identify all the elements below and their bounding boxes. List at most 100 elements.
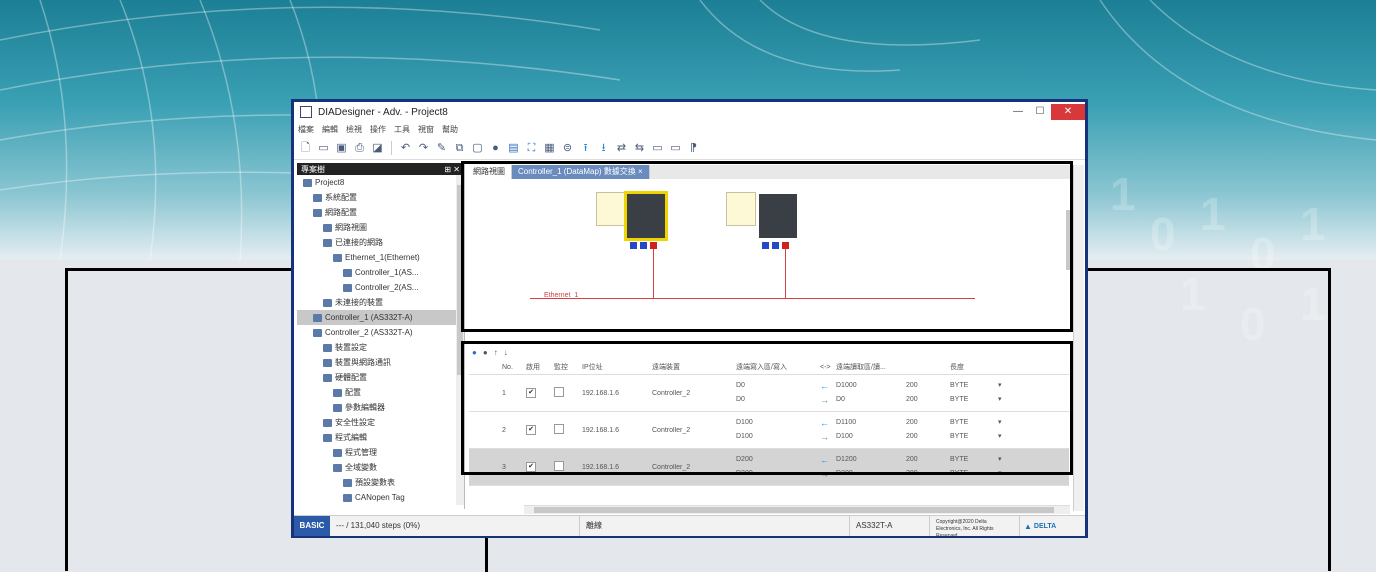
minimize-button[interactable]: —	[1007, 104, 1029, 120]
tree-item[interactable]: 已連接的網路	[297, 235, 464, 250]
paste-icon[interactable]: ▢	[470, 141, 485, 156]
network-icon[interactable]: ⛶	[524, 141, 539, 156]
tree-node-icon	[343, 493, 352, 502]
tree-item-label: CANopen Tag	[355, 493, 405, 502]
tree-node-icon	[343, 283, 352, 292]
tree-item-label: Ethernet_1(Ethernet)	[345, 253, 420, 262]
compare-icon[interactable]: ⊜	[560, 141, 575, 156]
tree-node-icon	[303, 178, 312, 187]
tree-item[interactable]: 安全性設定	[297, 415, 464, 430]
tree-item[interactable]: Controller_1(AS...	[297, 265, 464, 280]
tree-node-icon	[323, 298, 332, 307]
data-exchange-highlight-box	[461, 341, 1073, 475]
tree-item[interactable]: 預設變數表	[297, 475, 464, 490]
tree-item-label: 配置	[345, 388, 361, 397]
tree-node-icon	[323, 373, 332, 382]
device2-icon[interactable]: ▭	[668, 141, 683, 156]
redo-icon[interactable]: ↷	[416, 141, 431, 156]
tree-item[interactable]: 程式編輯	[297, 430, 464, 445]
tree-item[interactable]: Controller_1 (AS332T-A)	[297, 310, 464, 325]
maximize-button[interactable]: ☐	[1029, 104, 1051, 120]
tree-item-label: 全域變數	[345, 463, 377, 472]
menu-help[interactable]: 幫助	[442, 124, 458, 135]
grid-icon[interactable]: ▦	[542, 141, 557, 156]
tree-item[interactable]: 裝置設定	[297, 340, 464, 355]
horizontal-scroll-thumb[interactable]	[534, 507, 1054, 513]
delta-logo: ▲ DELTA	[1020, 522, 1056, 531]
tree-item[interactable]: 網路視圖	[297, 220, 464, 235]
tree-item-label: 安全性設定	[335, 418, 375, 427]
save-icon[interactable]: ▣	[334, 141, 349, 156]
menu-tools[interactable]: 工具	[394, 124, 410, 135]
svg-text:1: 1	[1110, 168, 1136, 220]
tree-item-label: Controller_1(AS...	[355, 268, 419, 277]
tree-node-icon	[333, 448, 342, 457]
monitor-icon[interactable]: ▤	[506, 141, 521, 156]
pencil-icon[interactable]: ✎	[434, 141, 449, 156]
tree-item-label: Project8	[315, 178, 345, 187]
help-icon[interactable]: ⁋	[686, 141, 701, 156]
delta-triangle-icon: ▲	[1024, 521, 1032, 531]
toolbar-separator	[391, 141, 392, 155]
transfer2-icon[interactable]: ⇆	[632, 141, 647, 156]
tree-item[interactable]: 未連接的裝置	[297, 295, 464, 310]
tree-node-icon	[323, 358, 332, 367]
import-icon[interactable]: ◪	[370, 141, 385, 156]
app-icon	[300, 106, 312, 118]
tree-item[interactable]: 網路配置	[297, 205, 464, 220]
open-icon[interactable]: ▭	[316, 141, 331, 156]
copyright-text: Copyright@2020 Delta Electronics, Inc. A…	[930, 516, 1020, 539]
tree-item[interactable]: Project8	[297, 175, 464, 190]
new-file-icon[interactable]: 🗋	[298, 141, 313, 156]
close-button[interactable]: ✕	[1051, 104, 1085, 120]
tree-item[interactable]: 配置	[297, 385, 464, 400]
tree-node-icon	[333, 388, 342, 397]
status-bar: BASIC --- / 131,040 steps (0%) 離線 AS332T…	[294, 515, 1085, 539]
tree-node-icon	[323, 433, 332, 442]
tree-item[interactable]: 全域變數	[297, 460, 464, 475]
tree-item[interactable]: CANopen Tag	[297, 490, 464, 505]
menu-view[interactable]: 檢視	[346, 124, 362, 135]
tree-item[interactable]: Controller_2 (AS332T-A)	[297, 325, 464, 340]
project-tree: 專案樹 ⊞ ✕ Project8 系統配置 網路配置網路視圖已連接的網路 Ethern…	[297, 163, 465, 509]
pin-icon[interactable]: ⊞ ✕	[444, 165, 460, 174]
toolbar: 🗋 ▭ ▣ ⎙ ◪ ↶ ↷ ✎ ⧉ ▢ ● ▤ ⛶ ▦ ⊜ ⭱ ⭳ ⇄ ⇆ ▭ …	[294, 137, 1085, 160]
tree-node-icon	[333, 403, 342, 412]
tree-node-icon	[333, 253, 342, 262]
menu-file[interactable]: 檔案	[298, 124, 314, 135]
tree-item-label: 網路視圖	[335, 223, 367, 232]
record-icon[interactable]: ●	[488, 141, 503, 156]
title-bar[interactable]: DIADesigner - Adv. - Project8 — ☐ ✕	[294, 102, 1085, 122]
horizontal-scrollbar[interactable]	[524, 505, 1070, 514]
window-title: DIADesigner - Adv. - Project8	[318, 106, 448, 118]
tree-node-icon	[313, 208, 322, 217]
tree-item[interactable]: 硬體配置	[297, 370, 464, 385]
tree-item[interactable]: Controller_2(AS...	[297, 280, 464, 295]
tree-node-icon	[343, 268, 352, 277]
right-side-panel[interactable]	[1073, 165, 1084, 511]
menu-window[interactable]: 視窗	[418, 124, 434, 135]
device-icon[interactable]: ▭	[650, 141, 665, 156]
menu-edit[interactable]: 編輯	[322, 124, 338, 135]
tree-item[interactable]: 裝置與網路通訊	[297, 355, 464, 370]
tree-item-label: Controller_2(AS...	[355, 283, 419, 292]
print-icon[interactable]: ⎙	[352, 141, 367, 156]
copy-icon[interactable]: ⧉	[452, 141, 467, 156]
undo-icon[interactable]: ↶	[398, 141, 413, 156]
menu-operation[interactable]: 操作	[370, 124, 386, 135]
tree-item[interactable]: 參數編輯器	[297, 400, 464, 415]
tree-item[interactable]: Ethernet_1(Ethernet)	[297, 250, 464, 265]
steps-readout: --- / 131,040 steps (0%)	[330, 516, 580, 536]
transfer-icon[interactable]: ⇄	[614, 141, 629, 156]
project-tree-title: 專案樹	[301, 164, 325, 174]
tree-item[interactable]: 系統配置	[297, 190, 464, 205]
download-icon[interactable]: ⭳	[596, 141, 611, 156]
tree-node-icon	[313, 328, 322, 337]
tree-item[interactable]: 程式管理	[297, 445, 464, 460]
menu-bar: 檔案 編輯 檢視 操作 工具 視窗 幫助	[294, 122, 1085, 137]
tree-item-label: Controller_2 (AS332T-A)	[325, 328, 413, 337]
project-tree-header: 專案樹 ⊞ ✕	[297, 163, 464, 175]
tree-node-icon	[313, 193, 322, 202]
network-view-highlight-box	[461, 161, 1073, 332]
upload-icon[interactable]: ⭱	[578, 141, 593, 156]
